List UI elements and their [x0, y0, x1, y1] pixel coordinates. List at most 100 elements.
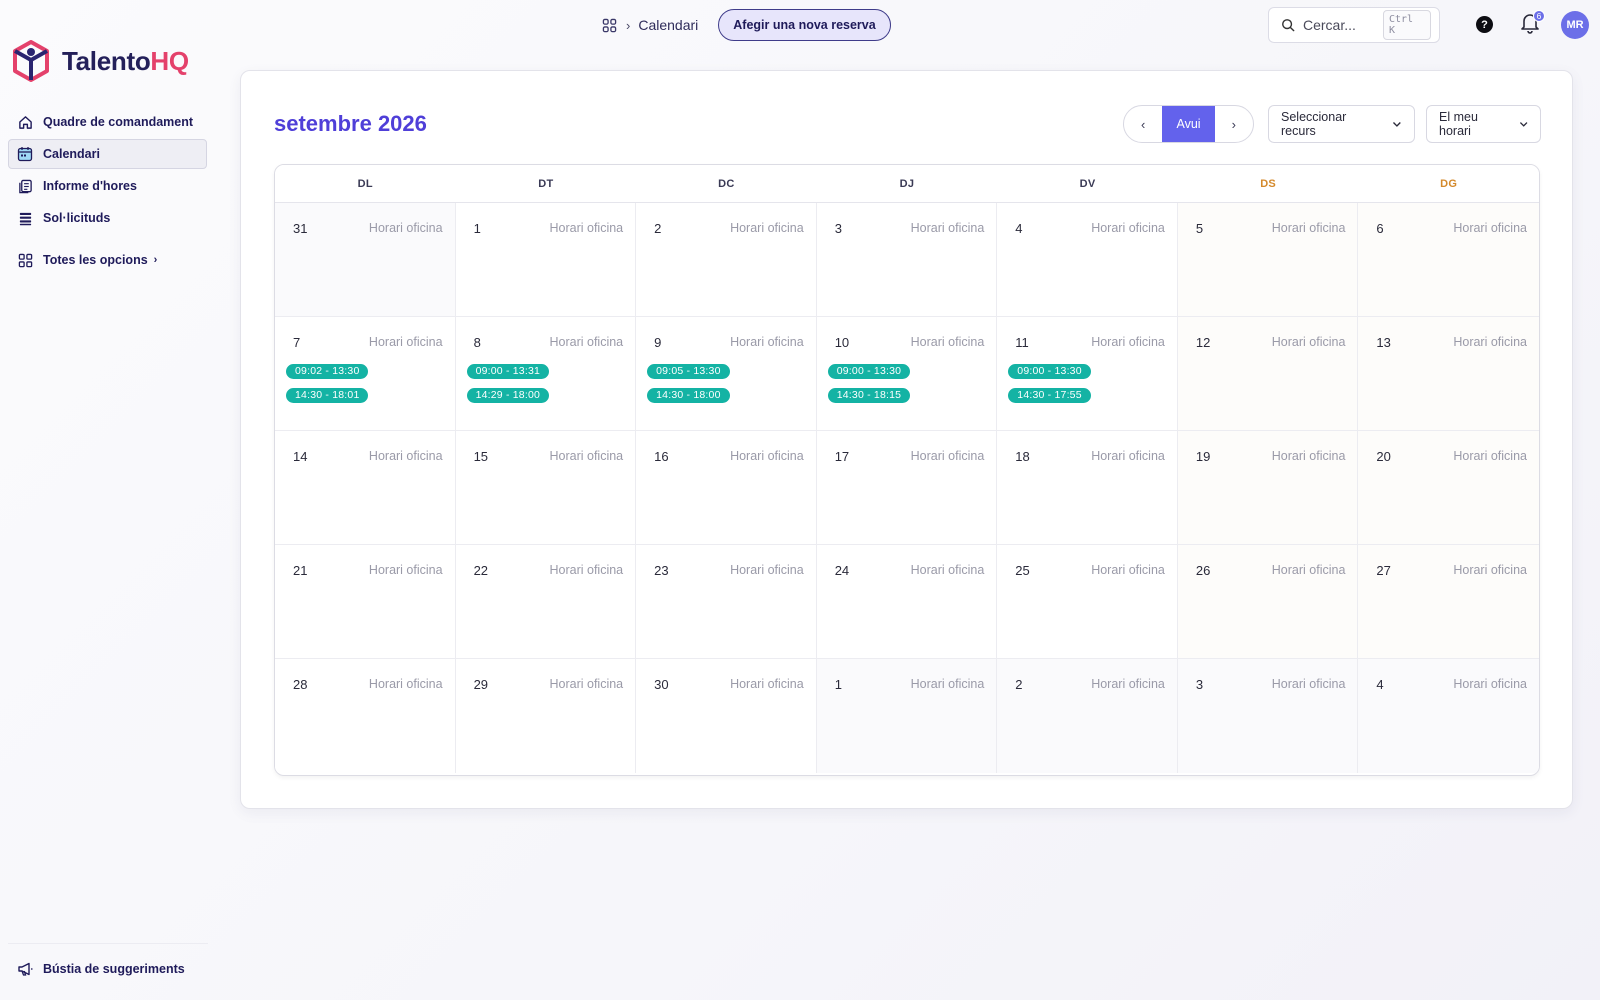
- notifications-button[interactable]: 6: [1520, 10, 1545, 38]
- time-entry-pill[interactable]: 09:00 - 13:30: [1008, 364, 1091, 379]
- calendar-day-cell[interactable]: 12 Horari oficina: [1177, 317, 1359, 431]
- weekday-label: DV: [1079, 177, 1096, 190]
- resource-select[interactable]: Seleccionar recurs: [1268, 105, 1415, 143]
- add-booking-button[interactable]: Afegir una nova reserva: [718, 9, 891, 41]
- day-number: 3: [1195, 677, 1204, 692]
- calendar-day-cell[interactable]: 10 Horari oficina 09:00 - 13:30 14:30 - 18:…: [816, 317, 998, 431]
- calendar-day-cell[interactable]: 24 Horari oficina: [816, 545, 998, 659]
- day-number: 8: [473, 335, 481, 350]
- calendar-day-cell[interactable]: 7 Horari oficina 09:02 - 13:30 14:30 - 18:0…: [275, 317, 456, 431]
- calendar-day-cell[interactable]: 5 Horari oficina: [1177, 203, 1359, 317]
- calendar-day-cell[interactable]: 14 Horari oficina: [275, 431, 456, 545]
- schedule-label: Horari oficina: [1271, 221, 1346, 235]
- day-number: 14: [293, 449, 308, 464]
- schedule-label: Horari oficina: [1453, 449, 1527, 463]
- schedule-select[interactable]: El meu horari: [1426, 105, 1541, 143]
- calendar-day-cell[interactable]: 3 Horari oficina: [1177, 659, 1359, 773]
- calendar-day-cell[interactable]: 25 Horari oficina: [997, 545, 1178, 659]
- schedule-label: Horari oficina: [1271, 677, 1346, 691]
- time-entry-pill[interactable]: 14:30 - 17:55: [1008, 388, 1091, 403]
- day-number: 4: [1015, 221, 1023, 236]
- help-icon[interactable]: ?: [1476, 16, 1493, 33]
- schedule-label: Horari oficina: [1091, 221, 1165, 235]
- calendar-day-cell[interactable]: 19 Horari oficina: [1177, 431, 1359, 545]
- calendar-day-cell[interactable]: 18 Horari oficina: [997, 431, 1178, 545]
- calendar-day-cell[interactable]: 17 Horari oficina: [816, 431, 998, 545]
- date-navigation: ‹ Avui ›: [1123, 105, 1254, 143]
- day-number: 6: [1376, 221, 1384, 236]
- time-entry-pill[interactable]: 14:30 - 18:00: [647, 388, 730, 403]
- weekday-label: DJ: [899, 177, 915, 190]
- search-input[interactable]: [1302, 17, 1383, 33]
- sidebar-item-dashboard[interactable]: Quadre de comandament: [8, 107, 207, 137]
- calendar-day-cell[interactable]: 16 Horari oficina: [636, 431, 817, 545]
- schedule-label: Horari oficina: [1091, 335, 1165, 349]
- calendar-day-cell[interactable]: 13 Horari oficina: [1358, 317, 1539, 431]
- time-entry-pill[interactable]: 14:30 - 18:01: [286, 388, 369, 403]
- calendar-day-cell[interactable]: 2 Horari oficina: [636, 203, 817, 317]
- day-number: 4: [1376, 677, 1384, 692]
- time-entry-pill[interactable]: 14:30 - 18:15: [827, 388, 911, 403]
- sidebar-item-requests[interactable]: Sol·licituds: [8, 203, 207, 233]
- time-entry-pill[interactable]: 09:00 - 13:31: [466, 364, 550, 379]
- megaphone-icon: [17, 961, 33, 977]
- day-number: 3: [834, 221, 842, 236]
- calendar-day-cell[interactable]: 11 Horari oficina 09:00 - 13:30 14:30 - 17:…: [997, 317, 1178, 431]
- sidebar-item-suggestions[interactable]: Bústia de suggeriments: [8, 954, 208, 984]
- time-entry-pill[interactable]: 09:00 - 13:30: [827, 364, 911, 379]
- avatar[interactable]: MR: [1561, 11, 1589, 39]
- schedule-label: Horari oficina: [910, 335, 985, 349]
- sidebar-item-hours-report[interactable]: Informe d'hores: [8, 171, 207, 201]
- schedule-label: Horari oficina: [910, 449, 985, 463]
- calendar-day-cell[interactable]: 6 Horari oficina: [1358, 203, 1539, 317]
- time-entry-pill[interactable]: 14:29 - 18:00: [466, 388, 550, 403]
- schedule-label: Horari oficina: [1453, 677, 1527, 691]
- calendar-day-cell[interactable]: 21 Horari oficina: [275, 545, 456, 659]
- sidebar-item-calendar[interactable]: Calendari: [8, 139, 207, 169]
- calendar-day-cell[interactable]: 4 Horari oficina: [1358, 659, 1539, 773]
- chevron-down-icon: [1519, 122, 1528, 127]
- calendar-day-cell[interactable]: 29 Horari oficina: [455, 659, 637, 773]
- chevron-right-icon: ›: [153, 254, 158, 266]
- calendar-day-cell[interactable]: 27 Horari oficina: [1358, 545, 1539, 659]
- day-number: 5: [1195, 221, 1204, 236]
- today-button[interactable]: Avui: [1162, 106, 1215, 142]
- calendar-day-cell[interactable]: 1 Horari oficina: [455, 203, 637, 317]
- sidebar-item-all-options[interactable]: Totes les opcions ›: [8, 245, 207, 275]
- chevron-left-icon: ‹: [1141, 116, 1146, 132]
- time-entry-pill[interactable]: 09:02 - 13:30: [286, 364, 369, 379]
- calendar-day-cell[interactable]: 8 Horari oficina 09:00 - 13:31 14:29 - 18:0…: [455, 317, 637, 431]
- next-month-button[interactable]: ›: [1215, 106, 1253, 142]
- cube-logo-icon: [13, 40, 49, 82]
- calendar-icon: [17, 146, 33, 162]
- resource-select-value: Seleccionar recurs: [1281, 110, 1347, 138]
- day-events: 09:02 - 13:30 14:30 - 18:01: [286, 361, 369, 403]
- calendar-day-cell[interactable]: 23 Horari oficina: [636, 545, 817, 659]
- calendar-day-cell[interactable]: 9 Horari oficina 09:05 - 13:30 14:30 - 18:0…: [636, 317, 817, 431]
- day-number: 15: [473, 449, 489, 464]
- sidebar-item-label: Totes les opcions: [43, 253, 148, 267]
- day-number: 2: [654, 221, 662, 236]
- apps-grid-icon[interactable]: [600, 16, 618, 34]
- time-entry-pill[interactable]: 09:05 - 13:30: [647, 364, 730, 379]
- day-number: 21: [293, 563, 308, 578]
- calendar-day-cell[interactable]: 26 Horari oficina: [1177, 545, 1359, 659]
- calendar-day-cell[interactable]: 15 Horari oficina: [455, 431, 637, 545]
- calendar-day-cell[interactable]: 31 Horari oficina: [275, 203, 456, 317]
- chevron-right-icon: ›: [626, 17, 631, 33]
- calendar-day-cell[interactable]: 28 Horari oficina: [275, 659, 456, 773]
- search-box[interactable]: Ctrl K: [1268, 7, 1440, 43]
- list-icon: [17, 210, 33, 226]
- weekday-label: DG: [1440, 177, 1458, 190]
- calendar-day-cell[interactable]: 3 Horari oficina: [816, 203, 998, 317]
- brand-logo[interactable]: TalentoHQ: [12, 40, 189, 82]
- schedule-label: Horari oficina: [368, 335, 443, 349]
- calendar-day-cell[interactable]: 1 Horari oficina: [816, 659, 998, 773]
- calendar-day-cell[interactable]: 4 Horari oficina: [997, 203, 1178, 317]
- calendar-day-cell[interactable]: 2 Horari oficina: [997, 659, 1178, 773]
- prev-month-button[interactable]: ‹: [1124, 106, 1162, 142]
- calendar-day-cell[interactable]: 30 Horari oficina: [636, 659, 817, 773]
- schedule-label: Horari oficina: [730, 449, 804, 463]
- calendar-day-cell[interactable]: 20 Horari oficina: [1358, 431, 1539, 545]
- calendar-day-cell[interactable]: 22 Horari oficina: [455, 545, 637, 659]
